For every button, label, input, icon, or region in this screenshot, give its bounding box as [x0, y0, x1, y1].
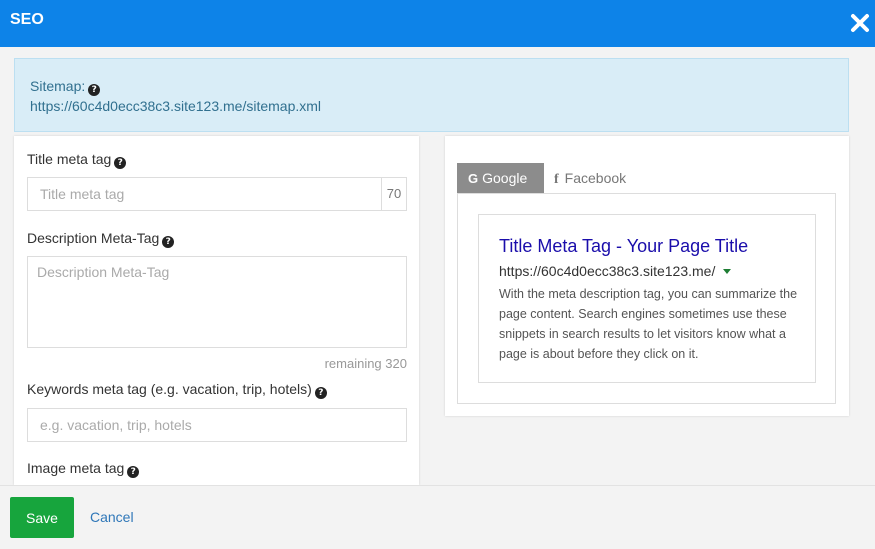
sitemap-label-row: Sitemap:? [30, 78, 101, 96]
preview-title: Title Meta Tag - Your Page Title [499, 236, 749, 256]
title-meta-label: Title meta tag [27, 151, 112, 167]
caret-down-icon [723, 269, 732, 274]
facebook-icon: f [554, 172, 559, 187]
sitemap-info-box: Sitemap:? https://60c4d0ecc38c3.site123.… [14, 58, 849, 132]
help-icon[interactable]: ? [114, 157, 127, 169]
description-meta-label: Description Meta-Tag [27, 230, 160, 246]
image-meta-label-row: Image meta tag? [27, 460, 140, 478]
tab-google-label: Google [482, 170, 528, 186]
remaining-counter: remaining 320 [325, 356, 407, 371]
save-button[interactable]: Save [10, 497, 74, 538]
preview-frame: Title Meta Tag - Your Page Title https:/… [457, 193, 836, 404]
google-result-card: Title Meta Tag - Your Page Title https:/… [478, 214, 816, 383]
tab-google[interactable]: G Google [457, 163, 544, 193]
close-icon[interactable] [849, 12, 871, 34]
sitemap-url[interactable]: https://60c4d0ecc38c3.site123.me/sitemap… [30, 98, 321, 114]
remaining-count: 320 [385, 356, 407, 371]
keywords-meta-input[interactable] [27, 408, 407, 442]
help-icon[interactable]: ? [314, 387, 327, 399]
sitemap-label: Sitemap: [30, 78, 86, 94]
help-icon[interactable]: ? [88, 84, 101, 96]
title-meta-input[interactable] [27, 177, 382, 211]
meta-tags-form: Title meta tag? 70 Description Meta-Tag?… [14, 136, 419, 485]
title-meta-label-row: Title meta tag? [27, 151, 127, 169]
help-icon[interactable]: ? [162, 236, 175, 248]
image-meta-label: Image meta tag [27, 460, 125, 476]
tab-facebook[interactable]: f Facebook [554, 163, 626, 193]
preview-description: With the meta description tag, you can s… [499, 287, 798, 361]
cancel-button[interactable]: Cancel [90, 509, 134, 525]
dialog-footer: Save Cancel [0, 485, 875, 549]
title-char-counter: 70 [381, 177, 407, 211]
description-meta-label-row: Description Meta-Tag? [27, 230, 175, 248]
keywords-meta-label-row: Keywords meta tag (e.g. vacation, trip, … [27, 381, 327, 399]
google-icon: G [468, 171, 479, 186]
help-icon[interactable]: ? [127, 466, 140, 478]
dialog-title: SEO [10, 11, 44, 28]
keywords-meta-label: Keywords meta tag (e.g. vacation, trip, … [27, 381, 312, 397]
description-meta-textarea[interactable] [27, 256, 407, 348]
tab-facebook-label: Facebook [564, 170, 627, 186]
dialog-header: SEO [0, 0, 875, 47]
search-preview-panel: G Google f Facebook Title Meta Tag - Your … [445, 136, 849, 416]
preview-url: https://60c4d0ecc38c3.site123.me/ [499, 263, 716, 279]
preview-url-row: https://60c4d0ecc38c3.site123.me/ [499, 263, 732, 279]
remaining-text: remaining [324, 356, 382, 371]
